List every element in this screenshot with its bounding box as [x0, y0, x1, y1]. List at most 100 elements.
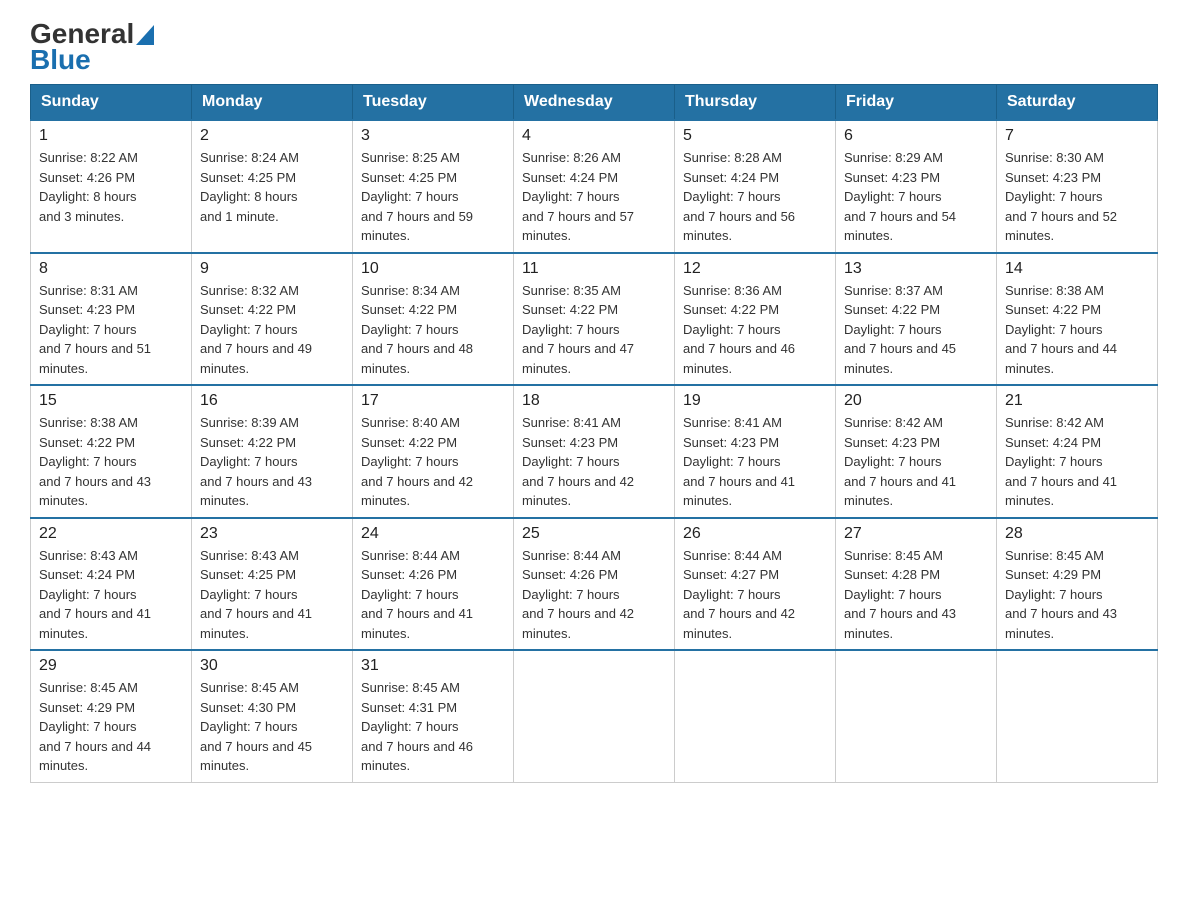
day-number: 27 — [844, 525, 988, 543]
day-info: Sunrise: 8:40 AMSunset: 4:22 PMDaylight:… — [361, 413, 505, 511]
calendar-cell: 6 Sunrise: 8:29 AMSunset: 4:23 PMDayligh… — [836, 120, 997, 253]
day-number: 23 — [200, 525, 344, 543]
calendar-cell: 18 Sunrise: 8:41 AMSunset: 4:23 PMDaylig… — [514, 385, 675, 518]
day-info: Sunrise: 8:41 AMSunset: 4:23 PMDaylight:… — [683, 413, 827, 511]
calendar-cell: 11 Sunrise: 8:35 AMSunset: 4:22 PMDaylig… — [514, 253, 675, 386]
calendar-cell: 8 Sunrise: 8:31 AMSunset: 4:23 PMDayligh… — [31, 253, 192, 386]
calendar-cell: 3 Sunrise: 8:25 AMSunset: 4:25 PMDayligh… — [353, 120, 514, 253]
day-info: Sunrise: 8:38 AMSunset: 4:22 PMDaylight:… — [39, 413, 183, 511]
day-number: 11 — [522, 260, 666, 278]
day-number: 1 — [39, 127, 183, 145]
col-header-monday: Monday — [192, 85, 353, 121]
calendar-cell: 22 Sunrise: 8:43 AMSunset: 4:24 PMDaylig… — [31, 518, 192, 651]
calendar-cell: 27 Sunrise: 8:45 AMSunset: 4:28 PMDaylig… — [836, 518, 997, 651]
calendar-cell: 10 Sunrise: 8:34 AMSunset: 4:22 PMDaylig… — [353, 253, 514, 386]
day-number: 3 — [361, 127, 505, 145]
day-number: 13 — [844, 260, 988, 278]
calendar-cell: 13 Sunrise: 8:37 AMSunset: 4:22 PMDaylig… — [836, 253, 997, 386]
day-number: 16 — [200, 392, 344, 410]
calendar-cell: 30 Sunrise: 8:45 AMSunset: 4:30 PMDaylig… — [192, 650, 353, 782]
day-number: 28 — [1005, 525, 1149, 543]
day-info: Sunrise: 8:42 AMSunset: 4:24 PMDaylight:… — [1005, 413, 1149, 511]
day-info: Sunrise: 8:43 AMSunset: 4:24 PMDaylight:… — [39, 546, 183, 644]
day-number: 24 — [361, 525, 505, 543]
calendar-cell — [997, 650, 1158, 782]
calendar-cell: 20 Sunrise: 8:42 AMSunset: 4:23 PMDaylig… — [836, 385, 997, 518]
day-info: Sunrise: 8:22 AMSunset: 4:26 PMDaylight:… — [39, 148, 183, 226]
day-number: 17 — [361, 392, 505, 410]
day-number: 30 — [200, 657, 344, 675]
day-number: 14 — [1005, 260, 1149, 278]
logo-triangle-icon — [136, 25, 154, 45]
calendar-cell: 7 Sunrise: 8:30 AMSunset: 4:23 PMDayligh… — [997, 120, 1158, 253]
day-info: Sunrise: 8:31 AMSunset: 4:23 PMDaylight:… — [39, 281, 183, 379]
day-info: Sunrise: 8:29 AMSunset: 4:23 PMDaylight:… — [844, 148, 988, 246]
calendar-cell — [836, 650, 997, 782]
calendar-cell: 17 Sunrise: 8:40 AMSunset: 4:22 PMDaylig… — [353, 385, 514, 518]
day-info: Sunrise: 8:45 AMSunset: 4:28 PMDaylight:… — [844, 546, 988, 644]
day-info: Sunrise: 8:25 AMSunset: 4:25 PMDaylight:… — [361, 148, 505, 246]
col-header-thursday: Thursday — [675, 85, 836, 121]
day-info: Sunrise: 8:43 AMSunset: 4:25 PMDaylight:… — [200, 546, 344, 644]
day-info: Sunrise: 8:45 AMSunset: 4:29 PMDaylight:… — [39, 678, 183, 776]
calendar-cell: 28 Sunrise: 8:45 AMSunset: 4:29 PMDaylig… — [997, 518, 1158, 651]
day-number: 22 — [39, 525, 183, 543]
week-row-3: 15 Sunrise: 8:38 AMSunset: 4:22 PMDaylig… — [31, 385, 1158, 518]
calendar-cell: 21 Sunrise: 8:42 AMSunset: 4:24 PMDaylig… — [997, 385, 1158, 518]
day-number: 31 — [361, 657, 505, 675]
day-number: 2 — [200, 127, 344, 145]
calendar-cell: 24 Sunrise: 8:44 AMSunset: 4:26 PMDaylig… — [353, 518, 514, 651]
calendar-cell: 15 Sunrise: 8:38 AMSunset: 4:22 PMDaylig… — [31, 385, 192, 518]
day-info: Sunrise: 8:34 AMSunset: 4:22 PMDaylight:… — [361, 281, 505, 379]
week-row-2: 8 Sunrise: 8:31 AMSunset: 4:23 PMDayligh… — [31, 253, 1158, 386]
day-info: Sunrise: 8:28 AMSunset: 4:24 PMDaylight:… — [683, 148, 827, 246]
week-row-4: 22 Sunrise: 8:43 AMSunset: 4:24 PMDaylig… — [31, 518, 1158, 651]
calendar-cell: 14 Sunrise: 8:38 AMSunset: 4:22 PMDaylig… — [997, 253, 1158, 386]
day-info: Sunrise: 8:39 AMSunset: 4:22 PMDaylight:… — [200, 413, 344, 511]
calendar-table: SundayMondayTuesdayWednesdayThursdayFrid… — [30, 84, 1158, 783]
day-info: Sunrise: 8:30 AMSunset: 4:23 PMDaylight:… — [1005, 148, 1149, 246]
calendar-cell: 16 Sunrise: 8:39 AMSunset: 4:22 PMDaylig… — [192, 385, 353, 518]
page-header: General Blue — [30, 20, 1158, 74]
col-header-friday: Friday — [836, 85, 997, 121]
day-info: Sunrise: 8:24 AMSunset: 4:25 PMDaylight:… — [200, 148, 344, 226]
calendar-cell: 9 Sunrise: 8:32 AMSunset: 4:22 PMDayligh… — [192, 253, 353, 386]
calendar-header-row: SundayMondayTuesdayWednesdayThursdayFrid… — [31, 85, 1158, 121]
day-number: 6 — [844, 127, 988, 145]
day-info: Sunrise: 8:26 AMSunset: 4:24 PMDaylight:… — [522, 148, 666, 246]
day-info: Sunrise: 8:42 AMSunset: 4:23 PMDaylight:… — [844, 413, 988, 511]
day-number: 8 — [39, 260, 183, 278]
calendar-cell: 2 Sunrise: 8:24 AMSunset: 4:25 PMDayligh… — [192, 120, 353, 253]
day-info: Sunrise: 8:44 AMSunset: 4:26 PMDaylight:… — [361, 546, 505, 644]
day-info: Sunrise: 8:35 AMSunset: 4:22 PMDaylight:… — [522, 281, 666, 379]
day-number: 9 — [200, 260, 344, 278]
calendar-cell: 5 Sunrise: 8:28 AMSunset: 4:24 PMDayligh… — [675, 120, 836, 253]
day-info: Sunrise: 8:44 AMSunset: 4:26 PMDaylight:… — [522, 546, 666, 644]
day-number: 10 — [361, 260, 505, 278]
col-header-sunday: Sunday — [31, 85, 192, 121]
day-number: 15 — [39, 392, 183, 410]
day-info: Sunrise: 8:41 AMSunset: 4:23 PMDaylight:… — [522, 413, 666, 511]
logo: General Blue — [30, 20, 154, 74]
day-number: 26 — [683, 525, 827, 543]
calendar-cell: 23 Sunrise: 8:43 AMSunset: 4:25 PMDaylig… — [192, 518, 353, 651]
col-header-tuesday: Tuesday — [353, 85, 514, 121]
logo-blue: Blue — [30, 46, 91, 74]
day-number: 29 — [39, 657, 183, 675]
week-row-5: 29 Sunrise: 8:45 AMSunset: 4:29 PMDaylig… — [31, 650, 1158, 782]
day-number: 4 — [522, 127, 666, 145]
day-info: Sunrise: 8:36 AMSunset: 4:22 PMDaylight:… — [683, 281, 827, 379]
day-info: Sunrise: 8:45 AMSunset: 4:30 PMDaylight:… — [200, 678, 344, 776]
calendar-cell: 19 Sunrise: 8:41 AMSunset: 4:23 PMDaylig… — [675, 385, 836, 518]
day-number: 18 — [522, 392, 666, 410]
calendar-cell: 26 Sunrise: 8:44 AMSunset: 4:27 PMDaylig… — [675, 518, 836, 651]
calendar-cell: 25 Sunrise: 8:44 AMSunset: 4:26 PMDaylig… — [514, 518, 675, 651]
day-info: Sunrise: 8:45 AMSunset: 4:29 PMDaylight:… — [1005, 546, 1149, 644]
calendar-cell: 4 Sunrise: 8:26 AMSunset: 4:24 PMDayligh… — [514, 120, 675, 253]
day-number: 5 — [683, 127, 827, 145]
day-info: Sunrise: 8:32 AMSunset: 4:22 PMDaylight:… — [200, 281, 344, 379]
day-info: Sunrise: 8:37 AMSunset: 4:22 PMDaylight:… — [844, 281, 988, 379]
day-info: Sunrise: 8:44 AMSunset: 4:27 PMDaylight:… — [683, 546, 827, 644]
calendar-cell: 31 Sunrise: 8:45 AMSunset: 4:31 PMDaylig… — [353, 650, 514, 782]
col-header-saturday: Saturday — [997, 85, 1158, 121]
